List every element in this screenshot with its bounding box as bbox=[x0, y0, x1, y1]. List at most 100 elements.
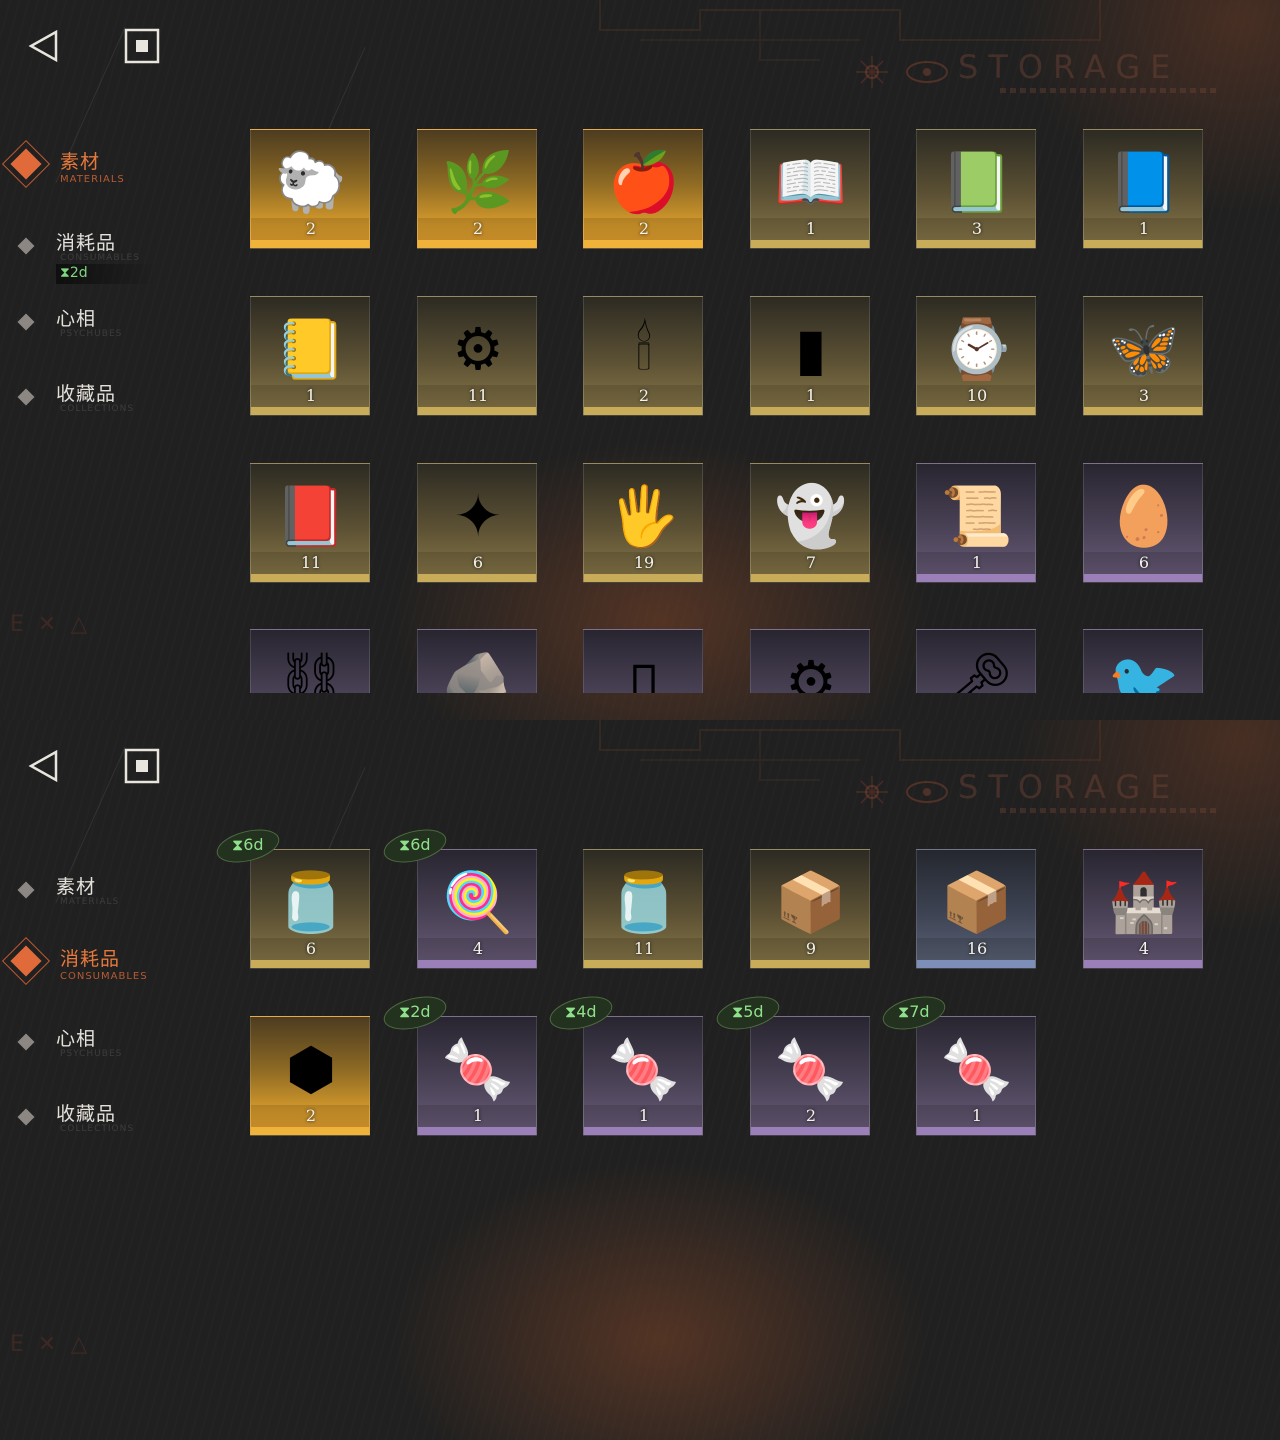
book-blue-icon: 📘 bbox=[1107, 148, 1181, 216]
item-count: 11 bbox=[300, 553, 322, 572]
item-slot-golden-sheep[interactable]: 🐑 2 bbox=[250, 129, 370, 249]
item-slot-hand-box[interactable]: 🖐 19 bbox=[583, 463, 703, 583]
item-slot-dark-tome[interactable]: 📕 11 bbox=[250, 463, 370, 583]
ghost-icon: 👻 bbox=[774, 482, 848, 550]
nav-psychubes[interactable]: 心相 PSYCHUBES bbox=[0, 1022, 230, 1072]
item-slot-ouija-board[interactable]: 🕯 2 bbox=[583, 296, 703, 416]
back-button[interactable] bbox=[26, 28, 62, 64]
item-slot-candies-4[interactable]: 🍬 1 ⧗7d bbox=[879, 990, 1036, 1136]
storage-consumables-panel: STORAGE 素材 MATERIALS 消耗品 CONSUMABLES 心相 … bbox=[0, 720, 1280, 1440]
exa-watermark: E✕△ bbox=[10, 612, 102, 637]
item-slot-partial[interactable]: ▯ bbox=[583, 629, 703, 693]
nav-label: 收藏品 bbox=[56, 383, 117, 405]
rarity-bar bbox=[251, 1127, 369, 1135]
item-slot-astrolabe[interactable]: ⚙ 11 bbox=[417, 296, 537, 416]
item-tile: 🪨 bbox=[417, 629, 537, 693]
nav-label: 素材 bbox=[60, 151, 101, 173]
item-count: 1 bbox=[971, 1106, 983, 1125]
item-slot-lollipops[interactable]: 🍭 4 ⧗6d bbox=[380, 823, 537, 969]
item-count: 1 bbox=[472, 1106, 484, 1125]
item-slot-book-red[interactable]: 📖 1 bbox=[750, 129, 870, 249]
item-slot-jeweled-egg[interactable]: 🥚 6 bbox=[1083, 463, 1203, 583]
watch-icon: ⌚ bbox=[940, 315, 1014, 383]
back-button[interactable] bbox=[26, 748, 62, 784]
item-tile: 📦 16 bbox=[916, 849, 1036, 969]
nav-sublabel: PSYCHUBES bbox=[60, 329, 123, 339]
candies-icon: 🍬 bbox=[441, 1035, 515, 1103]
item-slot-candies-2[interactable]: 🍬 1 ⧗4d bbox=[546, 990, 703, 1136]
item-slot-green-tablet[interactable]: ▮ 1 bbox=[750, 296, 870, 416]
item-slot-castle[interactable]: 🏰 4 bbox=[1083, 849, 1203, 969]
rarity-bar bbox=[584, 1127, 702, 1135]
item-slot-candies-3[interactable]: 🍬 2 ⧗5d bbox=[713, 990, 870, 1136]
item-tile: 📖 1 bbox=[750, 129, 870, 249]
nav-consumables[interactable]: 消耗品 CONSUMABLES bbox=[0, 936, 230, 992]
item-slot-laurel-wreath[interactable]: 🌿 2 bbox=[417, 129, 537, 249]
nav-label: 消耗品 bbox=[60, 948, 121, 970]
item-slot-pocket-watch[interactable]: ⌚ 10 bbox=[916, 296, 1036, 416]
item-slot-book-blue[interactable]: 📘 1 bbox=[1083, 129, 1203, 249]
item-slot-partial[interactable]: 🪨 bbox=[417, 629, 537, 693]
home-button[interactable] bbox=[124, 748, 160, 784]
exa-watermark: E✕△ bbox=[10, 1332, 102, 1357]
item-tile: 📘 1 bbox=[1083, 129, 1203, 249]
item-slot-parcel-blue[interactable]: 📦 16 bbox=[916, 849, 1036, 969]
home-button[interactable] bbox=[124, 28, 160, 64]
item-tile: 🫙 6 bbox=[250, 849, 370, 969]
item-slot-candies-1[interactable]: 🍬 1 ⧗2d bbox=[380, 990, 537, 1136]
item-slot-book-gold[interactable]: 📒 1 bbox=[250, 296, 370, 416]
item-slot-partial[interactable]: ⛓ bbox=[250, 629, 370, 693]
item-tile: 🍬 2 bbox=[750, 1016, 870, 1136]
item-count: 6 bbox=[305, 939, 317, 958]
item-slot-parcel[interactable]: 📦 9 bbox=[750, 849, 870, 969]
diamond-icon bbox=[17, 1033, 35, 1051]
rarity-bar bbox=[751, 960, 869, 968]
rarity-bar bbox=[917, 574, 1035, 582]
item-slot-candy-jar[interactable]: 🫙 6 ⧗6d bbox=[213, 823, 370, 969]
item-slot-partial[interactable]: 🗝 bbox=[916, 629, 1036, 693]
item-slot-apple-serpent[interactable]: 🍎 2 bbox=[583, 129, 703, 249]
rarity-bar bbox=[917, 960, 1035, 968]
nav-label: 素材 bbox=[56, 876, 97, 898]
candies-icon: 🍬 bbox=[774, 1035, 848, 1103]
nav-materials[interactable]: 素材 MATERIALS bbox=[0, 139, 230, 195]
nav-sublabel: PSYCHUBES bbox=[60, 1049, 123, 1059]
diamond-icon bbox=[17, 313, 35, 331]
book-green-icon: 📗 bbox=[940, 148, 1014, 216]
item-slot-candy-jar-2[interactable]: 🫙 11 bbox=[583, 849, 703, 969]
sheep-icon: 🐑 bbox=[274, 148, 348, 216]
item-tile: ⚙ bbox=[750, 629, 870, 693]
item-slot-ghost[interactable]: 👻 7 bbox=[750, 463, 870, 583]
back-arrow-icon bbox=[28, 29, 58, 63]
item-tile: ⛓ bbox=[250, 629, 370, 693]
item-slot-emblem[interactable]: ⬢ 2 bbox=[250, 1016, 370, 1136]
item-slot-silver-bullets[interactable]: ✦ 6 bbox=[417, 463, 537, 583]
item-tile: 📗 3 bbox=[916, 129, 1036, 249]
candies-icon: 🍬 bbox=[940, 1035, 1014, 1103]
item-tile: 🕯 2 bbox=[583, 296, 703, 416]
hourglass-timer-text: ⧗6d bbox=[231, 835, 264, 855]
nav-label: 消耗品 bbox=[56, 232, 117, 254]
rarity-bar bbox=[251, 574, 369, 582]
item-tile: 🥚 6 bbox=[1083, 463, 1203, 583]
rarity-bar bbox=[751, 574, 869, 582]
stone-icon: 🪨 bbox=[441, 648, 515, 693]
ouija-icon: 🕯 bbox=[635, 315, 653, 383]
book-gold-icon: 📒 bbox=[274, 315, 348, 383]
rarity-bar bbox=[418, 574, 536, 582]
nav-collections[interactable]: 收藏品 COLLECTIONS bbox=[0, 1097, 230, 1147]
item-slot-book-green[interactable]: 📗 3 bbox=[916, 129, 1036, 249]
item-slot-scroll[interactable]: 📜 1 bbox=[916, 463, 1036, 583]
nav-sublabel: CONSUMABLES bbox=[60, 971, 148, 982]
item-slot-firefly[interactable]: 🦋 3 bbox=[1083, 296, 1203, 416]
item-tile: ⌚ 10 bbox=[916, 296, 1036, 416]
nav-psychubes[interactable]: 心相 PSYCHUBES bbox=[0, 302, 230, 352]
nav-label: 心相 bbox=[56, 1028, 97, 1050]
item-slot-partial[interactable]: 🐦 bbox=[1083, 629, 1203, 693]
nav-materials[interactable]: 素材 MATERIALS bbox=[0, 870, 230, 920]
back-arrow-icon bbox=[28, 749, 58, 783]
nav-collections[interactable]: 收藏品 COLLECTIONS bbox=[0, 377, 230, 427]
astrolabe-icon: ⚙ bbox=[452, 315, 504, 383]
materials-partial-row: ⛓ 🪨 ▯ ⚙ 🗝 🐦 bbox=[250, 629, 1210, 693]
item-slot-partial[interactable]: ⚙ bbox=[750, 629, 870, 693]
